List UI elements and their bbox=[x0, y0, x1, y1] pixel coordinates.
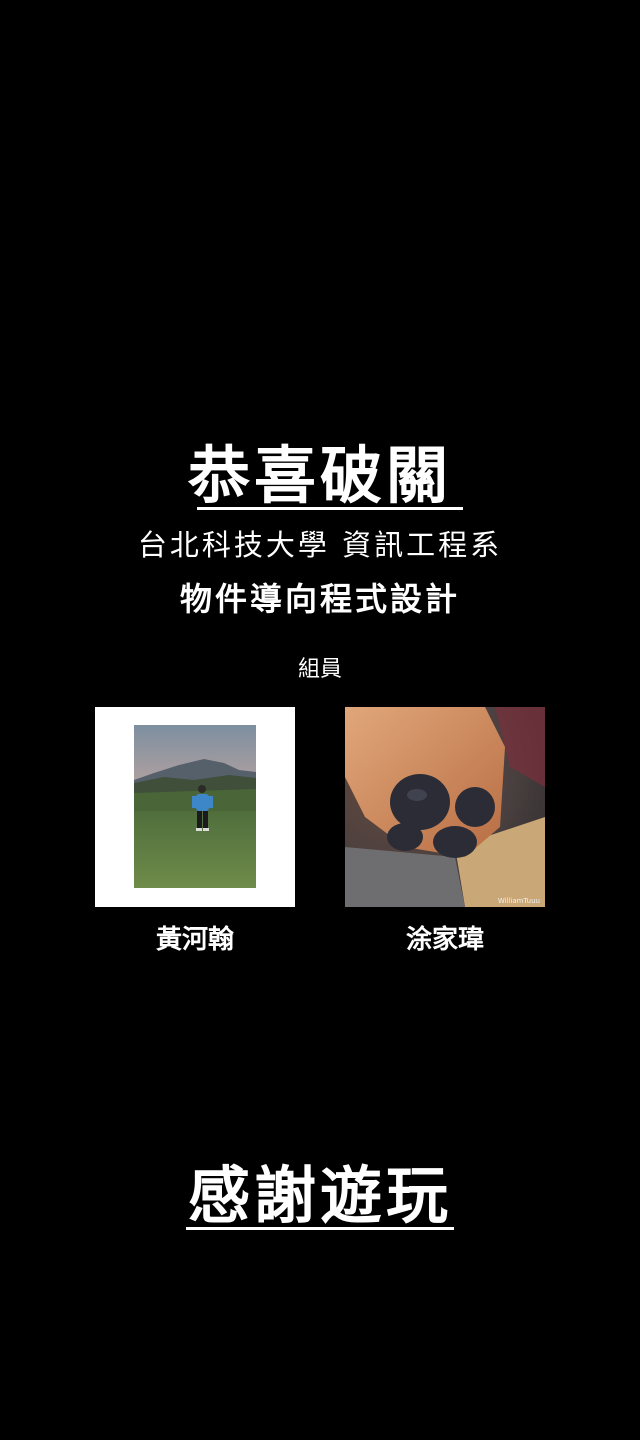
school-department-text: 台北科技大學 資訊工程系 bbox=[137, 528, 503, 562]
thanks-underline bbox=[186, 1227, 454, 1230]
congrats-title: 恭喜破關 bbox=[187, 439, 452, 512]
member-name-1: 黃河翰 bbox=[155, 925, 234, 955]
congrats-underline bbox=[197, 507, 463, 510]
thanks-title: 感謝遊玩 bbox=[187, 1159, 452, 1232]
course-name-text: 物件導向程式設計 bbox=[179, 580, 460, 618]
person-on-hill-image bbox=[134, 725, 256, 888]
member-photo-dog-paw: WilliamTuuu bbox=[345, 707, 545, 907]
member-name-2: 涂家瑋 bbox=[405, 925, 484, 955]
members-heading: 組員 bbox=[297, 657, 342, 682]
photo-watermark: WilliamTuuu bbox=[498, 897, 540, 905]
dog-paw-image: WilliamTuuu bbox=[345, 707, 545, 907]
member-photo-person bbox=[95, 707, 295, 907]
